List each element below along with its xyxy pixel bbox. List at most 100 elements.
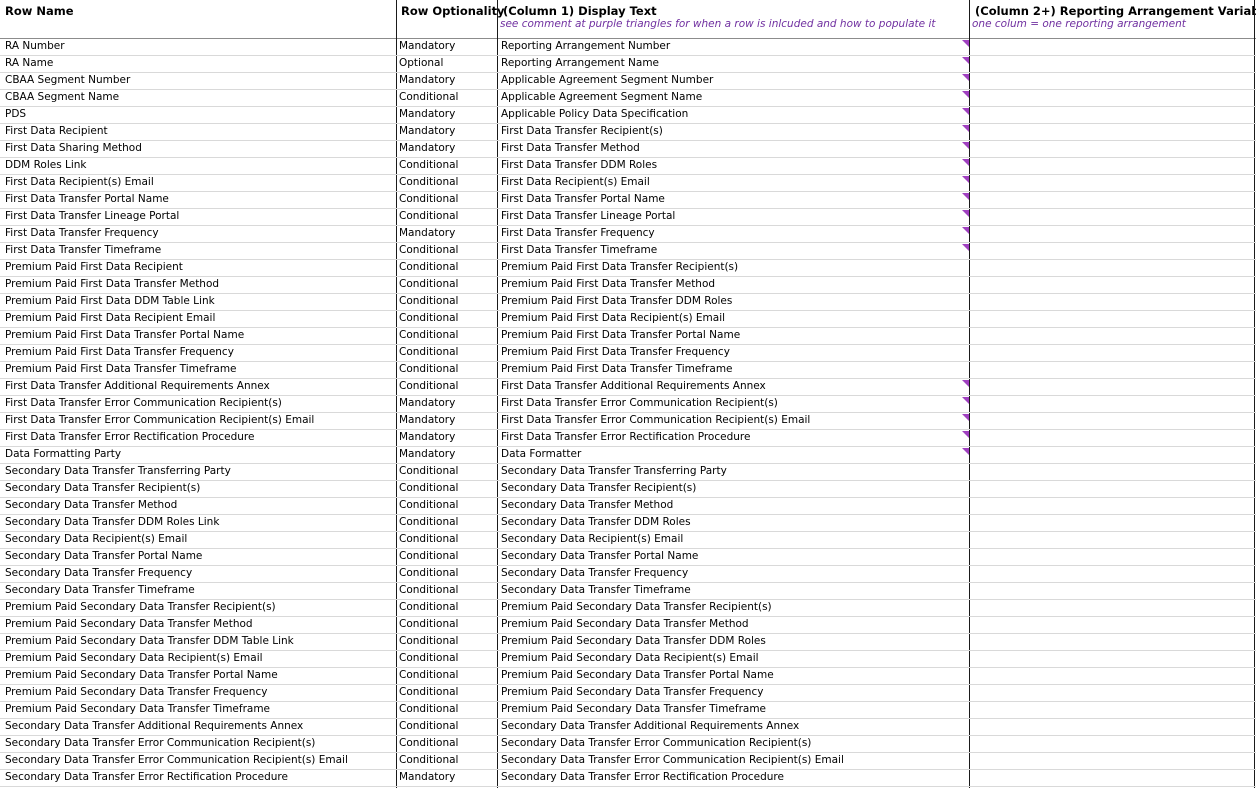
row-optionality-cell[interactable]: Conditional — [399, 565, 495, 582]
row-name-cell[interactable]: Premium Paid First Data Recipient — [5, 259, 393, 276]
row-optionality-cell[interactable]: Conditional — [399, 480, 495, 497]
row-name-cell[interactable]: DDM Roles Link — [5, 157, 393, 174]
display-text-cell[interactable]: Premium Paid First Data Transfer Method — [501, 276, 963, 293]
row-optionality-cell[interactable]: Conditional — [399, 582, 495, 599]
row-optionality-cell[interactable]: Conditional — [399, 276, 495, 293]
row-optionality-cell[interactable]: Conditional — [399, 650, 495, 667]
reporting-variable-cell[interactable] — [971, 531, 1255, 547]
header-cell-reporting-variables[interactable]: (Column 2+) Reporting Arrangement Variab… — [970, 0, 1256, 38]
display-text-cell[interactable]: Secondary Data Transfer Additional Requi… — [501, 718, 963, 735]
row-name-cell[interactable]: First Data Sharing Method — [5, 140, 393, 157]
row-optionality-cell[interactable]: Conditional — [399, 361, 495, 378]
reporting-variable-cell[interactable] — [971, 140, 1255, 156]
display-text-cell[interactable]: Secondary Data Transfer Timeframe — [501, 582, 963, 599]
display-text-cell[interactable]: Premium Paid Secondary Data Recipient(s)… — [501, 650, 963, 667]
row-name-cell[interactable]: Premium Paid First Data Transfer Frequen… — [5, 344, 393, 361]
reporting-variable-cell[interactable] — [971, 344, 1255, 360]
reporting-variable-cell[interactable] — [971, 718, 1255, 734]
row-name-cell[interactable]: Premium Paid Secondary Data Transfer DDM… — [5, 633, 393, 650]
row-name-cell[interactable]: First Data Transfer Frequency — [5, 225, 393, 242]
display-text-cell[interactable]: Secondary Data Transfer Portal Name — [501, 548, 963, 565]
header-cell-row-optionality[interactable]: Row Optionality — [396, 0, 505, 38]
display-text-cell[interactable]: Premium Paid Secondary Data Transfer Rec… — [501, 599, 963, 616]
display-text-cell[interactable]: Secondary Data Transfer Frequency — [501, 565, 963, 582]
reporting-variable-cell[interactable] — [971, 361, 1255, 377]
row-optionality-cell[interactable]: Conditional — [399, 378, 495, 395]
reporting-variable-cell[interactable] — [971, 225, 1255, 241]
row-name-cell[interactable]: Secondary Data Transfer DDM Roles Link — [5, 514, 393, 531]
row-optionality-cell[interactable]: Conditional — [399, 718, 495, 735]
display-text-cell[interactable]: Secondary Data Transfer Method — [501, 497, 963, 514]
row-name-cell[interactable]: First Data Transfer Additional Requireme… — [5, 378, 393, 395]
row-name-cell[interactable]: First Data Transfer Portal Name — [5, 191, 393, 208]
reporting-variable-cell[interactable] — [971, 123, 1255, 139]
row-name-cell[interactable]: Premium Paid First Data Transfer Portal … — [5, 327, 393, 344]
row-optionality-cell[interactable]: Conditional — [399, 327, 495, 344]
row-name-cell[interactable]: Secondary Data Transfer Portal Name — [5, 548, 393, 565]
row-optionality-cell[interactable]: Conditional — [399, 191, 495, 208]
display-text-cell[interactable]: First Data Transfer Error Communication … — [501, 412, 963, 429]
reporting-variable-cell[interactable] — [971, 650, 1255, 666]
row-optionality-cell[interactable]: Conditional — [399, 752, 495, 769]
reporting-variable-cell[interactable] — [971, 769, 1255, 785]
row-name-cell[interactable]: CBAA Segment Name — [5, 89, 393, 106]
row-name-cell[interactable]: PDS — [5, 106, 393, 123]
row-optionality-cell[interactable]: Mandatory — [399, 429, 495, 446]
row-optionality-cell[interactable]: Conditional — [399, 344, 495, 361]
header-cell-row-name[interactable]: Row Name — [0, 0, 396, 38]
display-text-cell[interactable]: Secondary Data Transfer Error Rectificat… — [501, 769, 963, 786]
display-text-cell[interactable]: First Data Transfer Error Communication … — [501, 395, 963, 412]
reporting-variable-cell[interactable] — [971, 89, 1255, 105]
reporting-variable-cell[interactable] — [971, 310, 1255, 326]
reporting-variable-cell[interactable] — [971, 191, 1255, 207]
display-text-cell[interactable]: Secondary Data Transfer Error Communicat… — [501, 735, 963, 752]
row-name-cell[interactable]: Premium Paid Secondary Data Transfer Tim… — [5, 701, 393, 718]
row-optionality-cell[interactable]: Conditional — [399, 684, 495, 701]
reporting-variable-cell[interactable] — [971, 667, 1255, 683]
row-optionality-cell[interactable]: Mandatory — [399, 72, 495, 89]
row-optionality-cell[interactable]: Optional — [399, 55, 495, 72]
row-optionality-cell[interactable]: Conditional — [399, 667, 495, 684]
display-text-cell[interactable]: First Data Transfer Portal Name — [501, 191, 963, 208]
reporting-variable-cell[interactable] — [971, 582, 1255, 598]
reporting-variable-cell[interactable] — [971, 599, 1255, 615]
display-text-cell[interactable]: First Data Transfer Lineage Portal — [501, 208, 963, 225]
row-optionality-cell[interactable]: Conditional — [399, 242, 495, 259]
reporting-variable-cell[interactable] — [971, 293, 1255, 309]
row-optionality-cell[interactable]: Mandatory — [399, 225, 495, 242]
row-name-cell[interactable]: RA Name — [5, 55, 393, 72]
display-text-cell[interactable]: First Data Transfer Method — [501, 140, 963, 157]
reporting-variable-cell[interactable] — [971, 633, 1255, 649]
row-name-cell[interactable]: Secondary Data Transfer Frequency — [5, 565, 393, 582]
reporting-variable-cell[interactable] — [971, 446, 1255, 462]
comment-indicator-icon[interactable] — [962, 414, 969, 421]
display-text-cell[interactable]: Premium Paid First Data Transfer Recipie… — [501, 259, 963, 276]
row-name-cell[interactable]: Secondary Data Recipient(s) Email — [5, 531, 393, 548]
row-optionality-cell[interactable]: Conditional — [399, 208, 495, 225]
reporting-variable-cell[interactable] — [971, 174, 1255, 190]
row-optionality-cell[interactable]: Conditional — [399, 89, 495, 106]
row-optionality-cell[interactable]: Mandatory — [399, 106, 495, 123]
display-text-cell[interactable]: Reporting Arrangement Name — [501, 55, 963, 72]
row-name-cell[interactable]: Premium Paid Secondary Data Transfer Rec… — [5, 599, 393, 616]
reporting-variable-cell[interactable] — [971, 412, 1255, 428]
reporting-variable-cell[interactable] — [971, 55, 1255, 71]
reporting-variable-cell[interactable] — [971, 157, 1255, 173]
comment-indicator-icon[interactable] — [962, 91, 969, 98]
row-optionality-cell[interactable]: Conditional — [399, 616, 495, 633]
row-name-cell[interactable]: First Data Transfer Timeframe — [5, 242, 393, 259]
reporting-variable-cell[interactable] — [971, 38, 1255, 54]
row-name-cell[interactable]: Premium Paid First Data DDM Table Link — [5, 293, 393, 310]
row-name-cell[interactable]: Data Formatting Party — [5, 446, 393, 463]
row-name-cell[interactable]: First Data Transfer Lineage Portal — [5, 208, 393, 225]
display-text-cell[interactable]: Applicable Policy Data Specification — [501, 106, 963, 123]
reporting-variable-cell[interactable] — [971, 72, 1255, 88]
reporting-variable-cell[interactable] — [971, 480, 1255, 496]
row-name-cell[interactable]: First Data Transfer Error Communication … — [5, 412, 393, 429]
comment-indicator-icon[interactable] — [962, 74, 969, 81]
row-optionality-cell[interactable]: Conditional — [399, 701, 495, 718]
display-text-cell[interactable]: Premium Paid Secondary Data Transfer Met… — [501, 616, 963, 633]
display-text-cell[interactable]: Premium Paid First Data Transfer Frequen… — [501, 344, 963, 361]
row-optionality-cell[interactable]: Conditional — [399, 310, 495, 327]
row-optionality-cell[interactable]: Conditional — [399, 293, 495, 310]
